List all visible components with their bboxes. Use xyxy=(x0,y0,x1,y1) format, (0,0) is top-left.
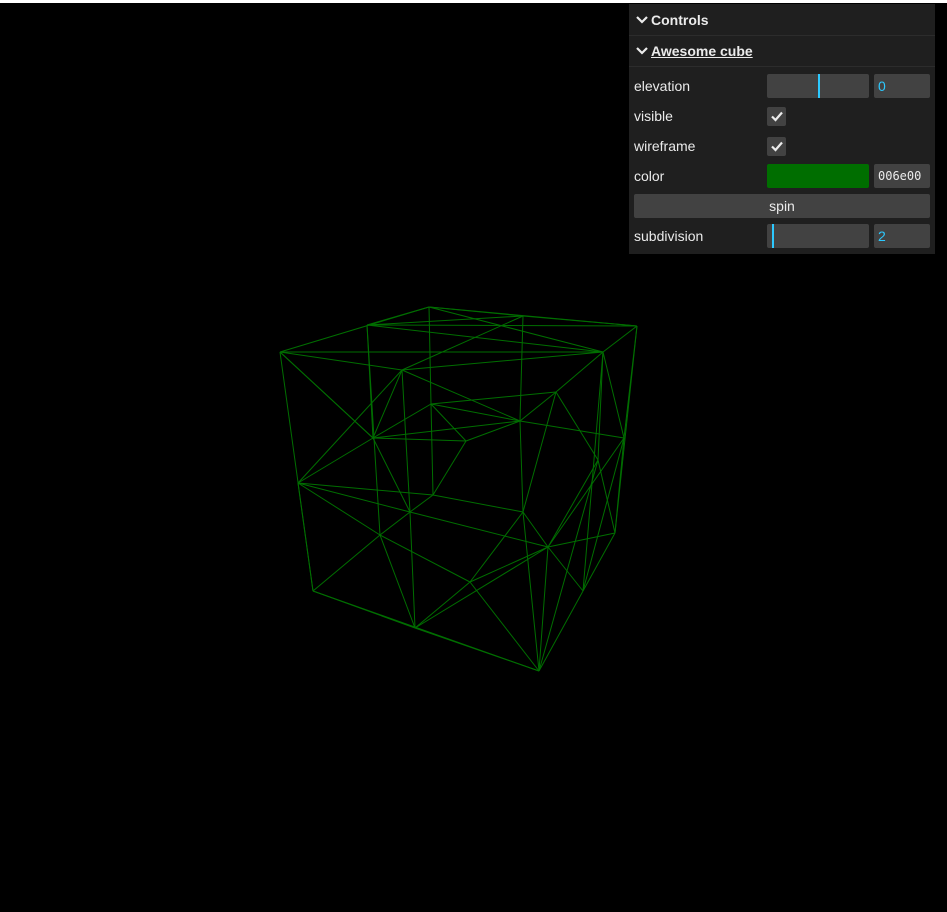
cube-edge xyxy=(414,627,540,672)
cube-edge xyxy=(428,306,524,317)
cube-edge xyxy=(538,590,584,672)
cube-edge xyxy=(401,369,411,513)
subdivision-slider-handle[interactable] xyxy=(772,224,774,248)
cube-edge xyxy=(519,391,557,422)
cube-edge xyxy=(414,581,471,629)
cube-edge xyxy=(538,459,599,672)
cube-edge xyxy=(409,511,416,629)
cube-edge xyxy=(469,511,524,583)
color-swatch[interactable] xyxy=(767,164,869,188)
subdivision-row: subdivision 2 xyxy=(629,221,935,251)
chevron-down-icon xyxy=(636,47,648,55)
cube-edge xyxy=(379,511,411,536)
cube-edge xyxy=(401,351,604,371)
cube-edge xyxy=(379,534,416,629)
cube-edge xyxy=(430,391,557,405)
color-hex-input[interactable]: 006e00 xyxy=(874,164,930,188)
cube-edge xyxy=(401,315,524,371)
cube-edge xyxy=(297,482,434,496)
cube-edge xyxy=(602,351,625,439)
folder-title-bar[interactable]: Awesome cube xyxy=(629,36,935,67)
checkmark-icon xyxy=(770,141,783,152)
cube-edge xyxy=(555,391,599,461)
cube-edge xyxy=(366,324,604,353)
subdivision-slider[interactable] xyxy=(767,224,869,248)
cube-edge xyxy=(372,437,411,513)
visible-label: visible xyxy=(634,108,673,124)
wireframe-row: wireframe xyxy=(629,131,935,161)
subdivision-input[interactable]: 2 xyxy=(874,224,930,248)
elevation-input[interactable]: 0 xyxy=(874,74,930,98)
cube-edge xyxy=(366,315,524,326)
cube-edge xyxy=(372,369,403,439)
cube-edge xyxy=(519,420,524,513)
cube-edge xyxy=(297,482,411,513)
controls-title: Controls xyxy=(651,11,709,28)
visible-row: visible xyxy=(629,101,935,131)
cube-edge xyxy=(372,403,432,439)
cube-edge xyxy=(279,351,403,371)
elevation-slider-handle[interactable] xyxy=(818,74,820,98)
cube-edge xyxy=(555,351,604,393)
cube-edge xyxy=(547,532,616,548)
folder-title: Awesome cube xyxy=(651,43,753,59)
cube-edge xyxy=(519,420,625,439)
chevron-down-icon xyxy=(636,15,648,24)
wireframe-label: wireframe xyxy=(634,138,696,154)
subdivision-label: subdivision xyxy=(634,228,704,244)
cube-edge xyxy=(614,437,625,534)
cube-edge xyxy=(312,590,416,629)
cube-edge xyxy=(469,546,549,583)
cube-edge xyxy=(522,315,638,327)
cube-edge xyxy=(409,494,434,513)
spin-row: spin xyxy=(629,191,935,221)
cube-edge xyxy=(522,391,557,513)
cube-edge xyxy=(297,482,314,592)
cube-edge xyxy=(602,325,638,353)
cube-edge xyxy=(582,532,616,592)
wireframe-checkbox[interactable] xyxy=(767,136,786,156)
cube-edge xyxy=(547,437,625,548)
cube-edge xyxy=(623,325,638,439)
color-label: color xyxy=(634,168,665,184)
cube-edge xyxy=(297,482,381,536)
visible-checkbox[interactable] xyxy=(767,106,786,126)
cube-edge xyxy=(372,437,467,442)
cube-edge xyxy=(430,403,434,496)
spin-button[interactable]: spin xyxy=(634,194,930,218)
controls-title-bar[interactable]: Controls xyxy=(629,4,935,36)
controls-panel: Controls Awesome cube elevation 0 visibl… xyxy=(629,4,935,254)
cube-edge xyxy=(428,306,604,353)
cube-edge xyxy=(519,315,524,422)
cube-edge xyxy=(469,581,540,672)
cube-edge xyxy=(432,494,524,513)
elevation-slider[interactable] xyxy=(767,74,869,98)
cube-edge xyxy=(297,437,374,484)
cube-edge xyxy=(297,369,403,484)
cube-edge xyxy=(522,511,540,672)
cube-edge xyxy=(312,534,381,592)
cube-edge xyxy=(279,351,374,439)
checkmark-icon xyxy=(770,111,783,122)
elevation-row: elevation 0 xyxy=(629,71,935,101)
cube-edge xyxy=(597,459,616,534)
cube-edge xyxy=(379,534,471,583)
cube-edge xyxy=(547,546,584,592)
cube-edge xyxy=(432,440,467,496)
elevation-label: elevation xyxy=(634,78,691,94)
cube-edge xyxy=(538,546,549,672)
cube-edge xyxy=(401,369,521,422)
color-row: color 006e00 xyxy=(629,161,935,191)
